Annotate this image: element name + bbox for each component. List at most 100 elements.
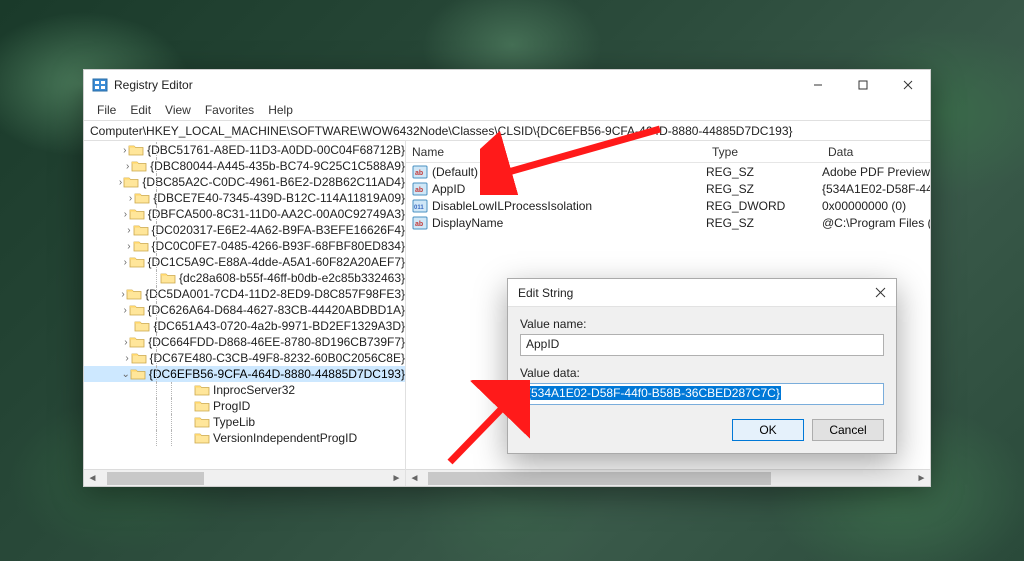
window-controls [795,70,930,100]
folder-icon [130,367,146,381]
tree-node[interactable]: ProgID [84,398,405,414]
tree-node-label: {DBC80044-A445-435b-BC74-9C25C1C588A9} [150,159,405,173]
svg-text:ab: ab [415,187,423,194]
tree-node-label: {DC5DA001-7CD4-11D2-8ED9-D8C857F98FE3} [145,287,405,301]
folder-icon [131,351,147,365]
menu-help[interactable]: Help [261,101,300,119]
col-type[interactable]: Type [706,145,822,159]
tree-node-label: {DC626A64-D684-4627-83CB-44420ABDBD1A} [148,303,406,317]
list-row[interactable]: ab(Default)REG_SZAdobe PDF Preview [406,163,930,180]
tree-node-label: {DBFCA500-8C31-11D0-AA2C-00A0C92749A3} [148,207,405,221]
maximize-button[interactable] [840,70,885,100]
value-data: @C:\Program Files (x [822,216,930,230]
tree-node[interactable]: ›{DC664FDD-D868-46EE-8780-8D196CB739F7} [84,334,405,350]
value-data-label: Value data: [520,366,884,380]
menu-view[interactable]: View [158,101,198,119]
tree-node[interactable]: ›{DC67E480-C3CB-49F8-8232-60B0C2056C8E} [84,350,405,366]
menu-file[interactable]: File [90,101,123,119]
folder-icon [129,255,145,269]
value-name: AppID [432,182,706,196]
folder-icon [129,303,145,317]
svg-text:ab: ab [415,221,423,228]
value-name: DisplayName [432,216,706,230]
folder-icon [129,335,145,349]
list-row[interactable]: ab DisplayNameREG_SZ@C:\Program Files (x [406,214,930,231]
list-hscrollbar[interactable]: ◄ ► [406,469,930,486]
expand-icon[interactable]: › [123,337,130,348]
list-row[interactable]: abAppIDREG_SZ{534A1E02-D58F-44f [406,180,930,197]
tree-node[interactable]: InprocServer32 [84,382,405,398]
folder-icon [134,319,150,333]
list-row[interactable]: 011 DisableLowILProcessIsolationREG_DWORD… [406,197,930,214]
tree-node[interactable]: VersionIndependentProgID [84,430,405,446]
tree-node[interactable]: ›{DBC85A2C-C0DC-4961-B6E2-D28B62C11AD4} [84,174,405,190]
minimize-button[interactable] [795,70,840,100]
value-type: REG_SZ [706,216,822,230]
tree-node[interactable]: ›{DC5DA001-7CD4-11D2-8ED9-D8C857F98FE3} [84,286,405,302]
list-header: Name Type Data [406,141,930,163]
tree-node-label: TypeLib [213,415,255,429]
dialog-titlebar[interactable]: Edit String [508,279,896,307]
tree-node-label: {DBCE7E40-7345-439D-B12C-114A11819A09} [153,191,405,205]
cancel-button[interactable]: Cancel [812,419,884,441]
dialog-close-button[interactable] [852,285,886,301]
menubar: File Edit View Favorites Help [84,100,930,120]
window-title: Registry Editor [114,78,795,92]
close-button[interactable] [885,70,930,100]
tree-node[interactable]: › {DBFCA500-8C31-11D0-AA2C-00A0C92749A3} [84,206,405,222]
folder-icon [128,143,144,157]
address-bar[interactable]: Computer\HKEY_LOCAL_MACHINE\SOFTWARE\WOW… [84,120,930,141]
tree-node-label: {DC651A43-0720-4a2b-9971-BD2EF1329A3D} [153,319,405,333]
tree-node-label: {DBC85A2C-C0DC-4961-B6E2-D28B62C11AD4} [142,175,405,189]
tree-node[interactable]: › {DBCE7E40-7345-439D-B12C-114A11819A09} [84,190,405,206]
value-name-label: Value name: [520,317,884,331]
tree-node[interactable]: {DC651A43-0720-4a2b-9971-BD2EF1329A3D} [84,318,405,334]
folder-icon [126,287,142,301]
value-name-field: AppID [520,334,884,356]
value-type: REG_DWORD [706,199,822,213]
expand-icon[interactable]: › [122,209,129,220]
scroll-left-icon[interactable]: ◄ [84,470,101,487]
tree-node[interactable]: {dc28a608-b55f-46ff-b0db-e2c85b332463} [84,270,405,286]
value-data-input[interactable]: {534A1E02-D58F-44f0-B58B-36CBED287C7C} [520,383,884,405]
expand-icon[interactable]: › [125,241,132,252]
tree-node[interactable]: › {DBC80044-A445-435b-BC74-9C25C1C588A9} [84,158,405,174]
tree-node[interactable]: ⌄{DC6EFB56-9CFA-464D-8880-44885D7DC193} [84,366,405,382]
tree-pane[interactable]: ›{DBC51761-A8ED-11D3-A0DD-00C04F68712B}›… [84,141,406,486]
tree-node[interactable]: ›{DC1C5A9C-E88A-4dde-A5A1-60F82A20AEF7} [84,254,405,270]
folder-icon [194,383,210,397]
tree-node[interactable]: ›{DC020317-E6E2-4A62-B9FA-B3EFE16626F4} [84,222,405,238]
app-icon [92,77,108,93]
tree-node[interactable]: TypeLib [84,414,405,430]
folder-icon [194,431,210,445]
expand-icon[interactable]: ⌄ [121,369,129,380]
tree-node[interactable]: › {DC0C0FE7-0485-4266-B93F-68FBF80ED834} [84,238,405,254]
edit-string-dialog: Edit String Value name: AppID Value data… [507,278,897,454]
scroll-right-icon[interactable]: ► [388,470,405,487]
tree-node-label: {DC0C0FE7-0485-4266-B93F-68FBF80ED834} [152,239,405,253]
tree-node[interactable]: ›{DC626A64-D684-4627-83CB-44420ABDBD1A} [84,302,405,318]
expand-icon[interactable]: › [124,161,131,172]
tree-node-label: {DC1C5A9C-E88A-4dde-A5A1-60F82A20AEF7} [148,255,405,269]
value-name: DisableLowILProcessIsolation [432,199,706,213]
dialog-title: Edit String [518,286,573,300]
tree-node-label: InprocServer32 [213,383,295,397]
tree-hscrollbar[interactable]: ◄ ► [84,469,405,486]
svg-text:ab: ab [415,170,423,177]
folder-icon [160,271,176,285]
col-name[interactable]: Name [406,145,706,159]
svg-text:011: 011 [414,205,424,211]
menu-favorites[interactable]: Favorites [198,101,261,119]
tree-node[interactable]: ›{DBC51761-A8ED-11D3-A0DD-00C04F68712B} [84,142,405,158]
col-data[interactable]: Data [822,145,930,159]
scroll-right-icon[interactable]: ► [913,470,930,487]
folder-icon [129,207,145,221]
expand-icon[interactable]: › [124,353,131,364]
value-icon: ab [412,181,428,197]
titlebar[interactable]: Registry Editor [84,70,930,100]
ok-button[interactable]: OK [732,419,804,441]
expand-icon[interactable]: › [125,225,132,236]
menu-edit[interactable]: Edit [123,101,158,119]
scroll-left-icon[interactable]: ◄ [406,470,423,487]
expand-icon[interactable]: › [127,193,134,204]
